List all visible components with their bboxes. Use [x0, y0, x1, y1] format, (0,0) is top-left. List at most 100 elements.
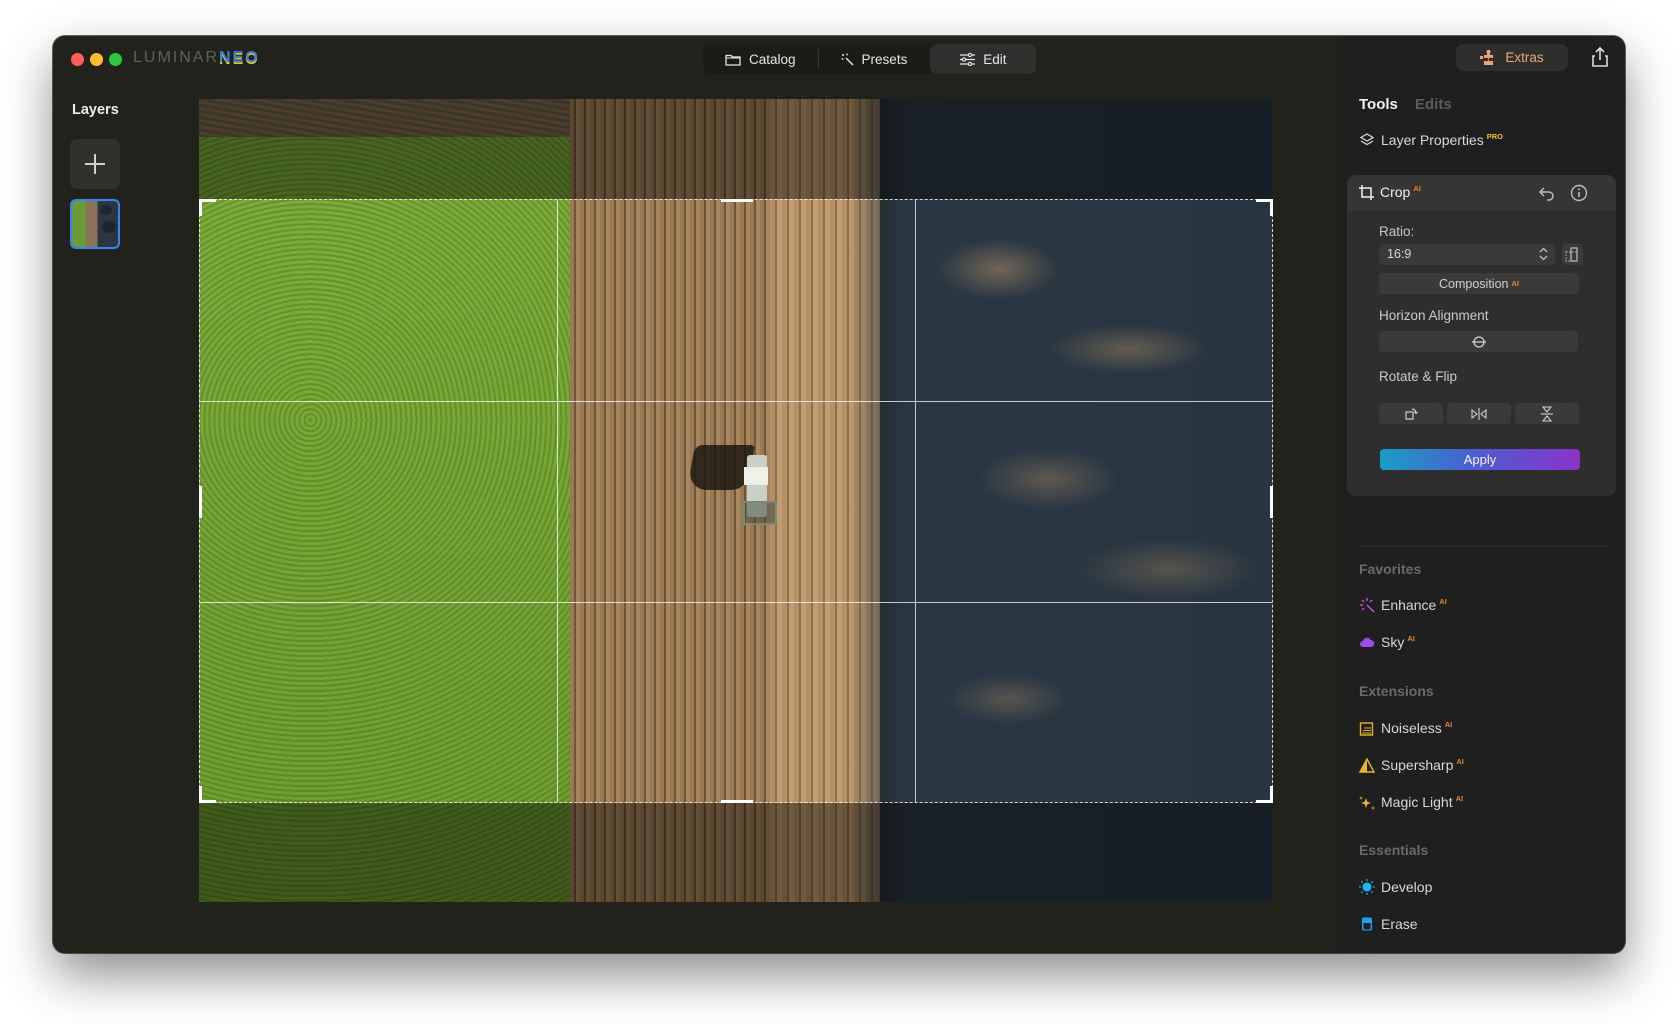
horizon-level-icon	[1471, 335, 1486, 348]
tab-edits[interactable]: Edits	[1415, 96, 1452, 113]
layer-properties-label: Layer Properties PRO	[1381, 132, 1503, 148]
crop-grid-line	[200, 401, 1272, 402]
extras-label: Extras	[1505, 50, 1544, 65]
ai-badge: AI	[1413, 184, 1421, 194]
sliders-icon	[960, 52, 976, 66]
thumb-shadow-shape	[102, 221, 116, 233]
tab-tools[interactable]: Tools	[1359, 96, 1398, 113]
enhance-wand-icon	[1360, 598, 1375, 613]
chevron-updown-icon	[1539, 247, 1548, 261]
cloud-icon	[1360, 637, 1375, 647]
app-window: LUMINARNEO Catalog Presets Edit Extras L…	[53, 36, 1625, 953]
tool-structure[interactable]: StructureAI	[1359, 952, 1448, 953]
ai-badge: AI	[1444, 720, 1453, 730]
orientation-icon	[1565, 247, 1578, 262]
crop-handle-bottom-right[interactable]	[1256, 786, 1273, 803]
tool-label: Magic Light	[1381, 794, 1453, 810]
layers-stack-icon	[1359, 133, 1375, 146]
tool-develop[interactable]: Develop	[1359, 879, 1432, 895]
ai-badge: AI	[1407, 634, 1415, 644]
layer-properties-text: Layer Properties	[1381, 132, 1484, 148]
crop-handle-bottom-left[interactable]	[199, 786, 216, 803]
crop-frame[interactable]	[199, 199, 1273, 803]
crop-handle-right[interactable]	[1270, 486, 1273, 518]
rotate-button[interactable]	[1379, 403, 1443, 424]
minimize-window-button[interactable]	[90, 53, 103, 66]
orientation-toggle-button[interactable]	[1562, 244, 1583, 265]
nav-catalog[interactable]: Catalog	[703, 44, 818, 74]
magic-wand-icon	[841, 53, 854, 65]
composition-ai-button[interactable]: Composition AI	[1379, 273, 1579, 294]
crop-handle-top[interactable]	[721, 199, 753, 202]
crop-handle-bottom[interactable]	[721, 800, 753, 803]
layer-thumbnail[interactable]	[70, 199, 120, 249]
add-layer-button[interactable]	[70, 139, 120, 189]
crop-mask-bottom	[199, 803, 1273, 902]
crop-mask-top	[199, 99, 1273, 199]
undo-icon[interactable]	[1537, 183, 1557, 203]
share-icon[interactable]	[1590, 46, 1610, 68]
ai-badge: AI	[1439, 597, 1447, 607]
puzzle-icon	[1480, 49, 1494, 65]
tool-label: Enhance	[1381, 597, 1437, 613]
tool-supersharp[interactable]: Supersharp AI	[1359, 757, 1464, 773]
tool-label: Noiseless	[1381, 720, 1442, 736]
crop-tool-panel: Crop AI Ratio: 16:9 Composition AI Horizon…	[1347, 175, 1616, 496]
tool-label: Supersharp	[1381, 757, 1454, 773]
tool-noiseless[interactable]: Noiseless AI	[1359, 720, 1452, 736]
nav-presets-label: Presets	[861, 51, 908, 67]
info-icon[interactable]	[1569, 183, 1589, 203]
nav-presets[interactable]: Presets	[819, 44, 930, 74]
noiseless-icon	[1359, 722, 1374, 736]
extras-button[interactable]: Extras	[1456, 44, 1568, 71]
ratio-select[interactable]: 16:9	[1379, 244, 1555, 265]
extensions-heading: Extensions	[1359, 683, 1434, 699]
tool-erase-label: Erase	[1381, 916, 1418, 932]
layer-properties-item[interactable]: Layer Properties PRO	[1359, 132, 1503, 148]
tool-sky-label: Sky AI	[1381, 634, 1415, 650]
horizon-alignment-button[interactable]	[1379, 331, 1578, 352]
tool-magic-light[interactable]: Magic Light AI	[1359, 794, 1463, 810]
ai-badge: AI	[1511, 279, 1519, 288]
flip-horizontal-button[interactable]	[1447, 403, 1511, 424]
tool-enhance-label: Enhance AI	[1381, 597, 1447, 613]
crop-handle-left[interactable]	[199, 486, 202, 518]
flip-vertical-button[interactable]	[1515, 403, 1579, 424]
crop-grid-line	[915, 200, 916, 802]
tool-sky[interactable]: Sky AI	[1359, 634, 1415, 650]
nav-edit[interactable]: Edit	[930, 44, 1037, 74]
tool-erase[interactable]: Erase	[1359, 916, 1418, 932]
tool-noiseless-label: Noiseless AI	[1381, 720, 1452, 736]
logo-text-neo: NEO	[219, 49, 260, 66]
crop-handle-top-left[interactable]	[199, 199, 216, 216]
plus-icon	[85, 154, 105, 174]
tool-structure-label: StructureAI	[1381, 952, 1448, 953]
crop-title[interactable]: Crop AI	[1359, 184, 1421, 200]
supersharp-icon	[1359, 757, 1375, 773]
crop-panel-header[interactable]: Crop AI	[1347, 175, 1616, 211]
ai-badge: AI	[1456, 757, 1464, 767]
nav-edit-label: Edit	[983, 51, 1007, 67]
zoom-window-button[interactable]	[109, 53, 122, 66]
tool-develop-label: Develop	[1381, 879, 1433, 895]
section-divider	[1359, 546, 1611, 547]
crop-icon	[1359, 184, 1374, 200]
layers-title: Layers	[72, 102, 119, 118]
image-canvas[interactable]	[199, 99, 1273, 902]
flip-vertical-icon	[1541, 405, 1553, 422]
rotate-icon	[1405, 407, 1418, 420]
rotate-flip-label: Rotate & Flip	[1379, 369, 1458, 384]
crop-handle-top-right[interactable]	[1256, 199, 1273, 216]
flip-horizontal-icon	[1471, 407, 1487, 420]
tool-magic-light-label: Magic Light AI	[1381, 794, 1463, 810]
folder-icon	[725, 54, 741, 66]
crop-grid-line	[200, 602, 1272, 603]
apply-button[interactable]: Apply	[1380, 449, 1580, 470]
horizon-alignment-label: Horizon Alignment	[1379, 308, 1489, 323]
pro-badge: PRO	[1486, 132, 1503, 142]
tool-label: Structure	[1381, 952, 1438, 953]
close-window-button[interactable]	[71, 53, 84, 66]
ratio-value: 16:9	[1387, 247, 1412, 261]
ratio-label: Ratio:	[1379, 224, 1415, 239]
tool-enhance[interactable]: Enhance AI	[1359, 597, 1447, 613]
